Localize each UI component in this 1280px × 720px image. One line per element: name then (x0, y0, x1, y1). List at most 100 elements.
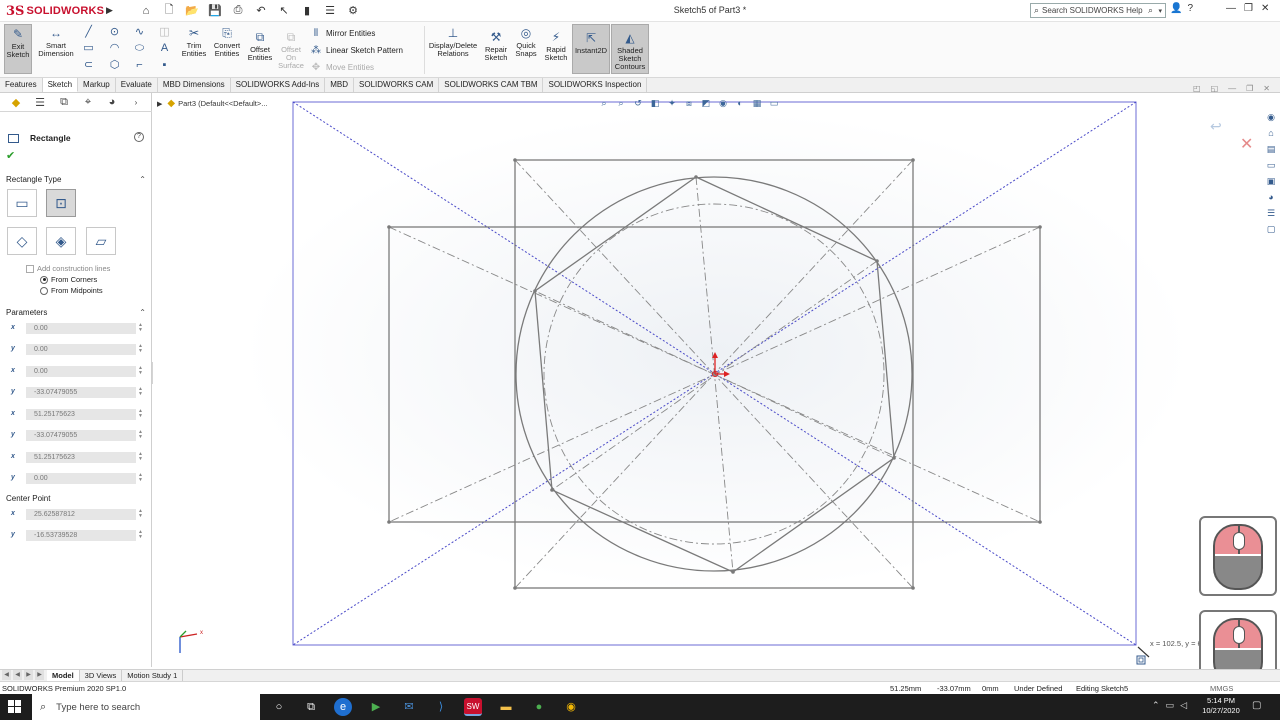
spinner-icon[interactable]: ▲ ▼ (138, 323, 143, 333)
parameter-field[interactable]: y -33.07479055 ▲ ▼ (8, 387, 148, 399)
print-icon[interactable]: ⎙ (228, 2, 248, 19)
taskbar-search-input[interactable]: ⌕ Type here to search (32, 694, 260, 720)
taskbar-clock[interactable]: 5:14 PM 10/27/2020 (1200, 696, 1242, 716)
parameter-field[interactable]: x 51.25175623 ▲ ▼ (8, 452, 148, 464)
corner-rectangle-button[interactable]: ▭ (7, 189, 37, 217)
spinner-icon[interactable]: ▲ ▼ (138, 530, 143, 540)
center-point-field[interactable]: y -16.53739528 ▲ ▼ (8, 530, 148, 542)
solidworks-taskbar-icon[interactable]: SW (464, 698, 482, 716)
select-icon[interactable]: ↖ (274, 2, 294, 19)
windows-start-icon[interactable] (8, 700, 22, 714)
network-icon[interactable]: ▭ (1166, 700, 1175, 711)
spinner-icon[interactable]: ▲ ▼ (138, 473, 143, 483)
parameters-header[interactable]: Parameters ⌃ (6, 308, 148, 317)
previous-view-icon[interactable]: ↺ (631, 97, 645, 109)
save-icon[interactable]: 💾 (205, 2, 225, 19)
menu-expand-icon[interactable]: ▶ (106, 5, 113, 16)
hide-show-items-icon[interactable]: ◉ (716, 97, 730, 109)
tab-solidworks-inspection[interactable]: SOLIDWORKS Inspection (543, 78, 648, 92)
spinner-icon[interactable]: ▲ ▼ (138, 430, 143, 440)
chevron-right-icon[interactable]: ▶ (157, 100, 162, 108)
move-entities-button[interactable]: ✥ Move Entities (310, 62, 374, 73)
ellipse-icon[interactable]: ⬭ (133, 42, 146, 54)
sketch-definition-status[interactable]: Under Defined (1014, 684, 1062, 693)
spline-icon[interactable]: ∿ (133, 26, 146, 38)
slot-icon[interactable]: ⊂ (82, 59, 95, 71)
viewport-split-icon[interactable]: ◱ (1211, 84, 1219, 93)
undo-icon[interactable]: ↶ (251, 2, 271, 19)
app-icon[interactable]: ● (530, 698, 548, 716)
parameter-field[interactable]: x 0.00 ▲ ▼ (8, 323, 148, 335)
tab-solidworks-cam[interactable]: SOLIDWORKS CAM (354, 78, 440, 92)
circle-icon[interactable]: ⊙ (108, 26, 121, 38)
fillet-icon[interactable]: ⌐ (133, 59, 146, 71)
plane-icon[interactable]: ◫ (158, 26, 171, 38)
ok-checkmark-icon[interactable]: ✔ (6, 149, 15, 162)
3-point-center-rectangle-button[interactable]: ◈ (46, 227, 76, 255)
parameter-field[interactable]: y 0.00 ▲ ▼ (8, 473, 148, 485)
dimxpert-tab-icon[interactable]: ⌖ (78, 94, 98, 110)
zoom-to-area-icon[interactable]: ⌕ (614, 97, 628, 109)
file-explorer-icon[interactable]: ▭ (1264, 158, 1278, 172)
units-selector[interactable]: MMGS (1210, 684, 1233, 693)
options-icon[interactable]: ☰ (320, 2, 340, 19)
view-settings-icon[interactable]: ▭ (767, 97, 781, 109)
param-value-input[interactable]: 0.00 (26, 344, 136, 355)
parameter-field[interactable]: x 51.25175623 ▲ ▼ (8, 409, 148, 421)
spinner-icon[interactable]: ▲ ▼ (138, 366, 143, 376)
design-library-icon[interactable]: ▤ (1264, 142, 1278, 156)
solidworks-resources-icon[interactable]: ◉ (1264, 110, 1278, 124)
display-delete-relations-button[interactable]: ⊥ Display/Delete Relations (428, 26, 478, 58)
text-icon[interactable]: A (158, 42, 171, 54)
center-rectangle-button[interactable]: ⊡ (46, 189, 76, 217)
from-corners-radio[interactable]: From Corners (40, 275, 97, 284)
spinner-icon[interactable]: ▲ ▼ (138, 344, 143, 354)
viewport-close-icon[interactable]: ✕ (1263, 84, 1270, 93)
tab-features[interactable]: Features (0, 78, 43, 92)
line-icon[interactable]: ╱ (82, 26, 95, 38)
linear-sketch-pattern-button[interactable]: ⁂ Linear Sketch Pattern (310, 45, 403, 56)
custom-properties-icon[interactable]: ☰ (1264, 206, 1278, 220)
property-manager-tab-icon[interactable]: ☰ (30, 94, 50, 110)
mail-icon[interactable]: ✉ (400, 698, 418, 716)
edge-browser-icon[interactable]: e (334, 698, 352, 716)
sketch-canvas[interactable]: x (153, 93, 1280, 667)
gear-icon[interactable]: ⚙ (343, 2, 363, 19)
appearances-icon[interactable]: ◕ (1264, 190, 1278, 204)
viewport-restore-icon[interactable]: ❐ (1246, 84, 1253, 93)
param-value-input[interactable]: 51.25175623 (26, 409, 136, 420)
polygon-icon[interactable]: ⬡ (108, 59, 121, 71)
add-construction-lines-checkbox[interactable]: Add construction lines (26, 264, 110, 273)
confirmation-cancel-icon[interactable]: ✕ (1240, 134, 1253, 154)
help-icon[interactable]: ? (1187, 3, 1193, 14)
confirmation-accept-icon[interactable]: ↩ (1210, 118, 1222, 135)
spinner-icon[interactable]: ▲ ▼ (138, 409, 143, 419)
spinner-icon[interactable]: ▲ ▼ (138, 387, 143, 397)
param-value-input[interactable]: 51.25175623 (26, 452, 136, 463)
chevron-down-icon[interactable]: ▾ (1158, 7, 1162, 15)
mirror-entities-button[interactable]: ⫴ Mirror Entities (310, 28, 375, 39)
close-icon[interactable]: ✕ (1261, 3, 1269, 14)
chevron-up-icon[interactable]: ⌃ (1152, 700, 1160, 711)
zoom-to-fit-icon[interactable]: ⌕ (597, 97, 611, 109)
chrome-icon[interactable]: ◉ (562, 698, 580, 716)
new-icon[interactable]: 🗋 (159, 2, 179, 19)
section-view-icon[interactable]: ◧ (648, 97, 662, 109)
tab-mbd-dimensions[interactable]: MBD Dimensions (158, 78, 231, 92)
tab-solidworks-add-ins[interactable]: SOLIDWORKS Add-Ins (231, 78, 326, 92)
visual-studio-code-icon[interactable]: ⟩ (432, 698, 450, 716)
convert-entities-button[interactable]: ⎘ Convert Entities (211, 26, 243, 58)
feature-tree-flyout[interactable]: ▶ ◆ Part3 (Default<<Default>... (157, 98, 268, 109)
param-value-input[interactable]: -33.07479055 (26, 387, 136, 398)
param-value-input[interactable]: 0.00 (26, 366, 136, 377)
instant2d-button[interactable]: ⇱ Instant2D (572, 24, 610, 74)
tab-solidworks-cam-tbm[interactable]: SOLIDWORKS CAM TBM (439, 78, 544, 92)
parallelogram-button[interactable]: ▱ (86, 227, 116, 255)
notifications-icon[interactable]: ▢ (1252, 700, 1261, 711)
viewport-minimize-icon[interactable]: — (1228, 84, 1236, 93)
prev-tab-icon[interactable]: ◀ (13, 670, 22, 680)
rectangle-tool-icon[interactable]: ▭ (82, 42, 95, 54)
configuration-manager-tab-icon[interactable]: ⧉ (54, 94, 74, 110)
center-x-input[interactable]: 25.62587812 (26, 509, 136, 520)
home-icon[interactable]: ⌂ (1264, 126, 1278, 140)
